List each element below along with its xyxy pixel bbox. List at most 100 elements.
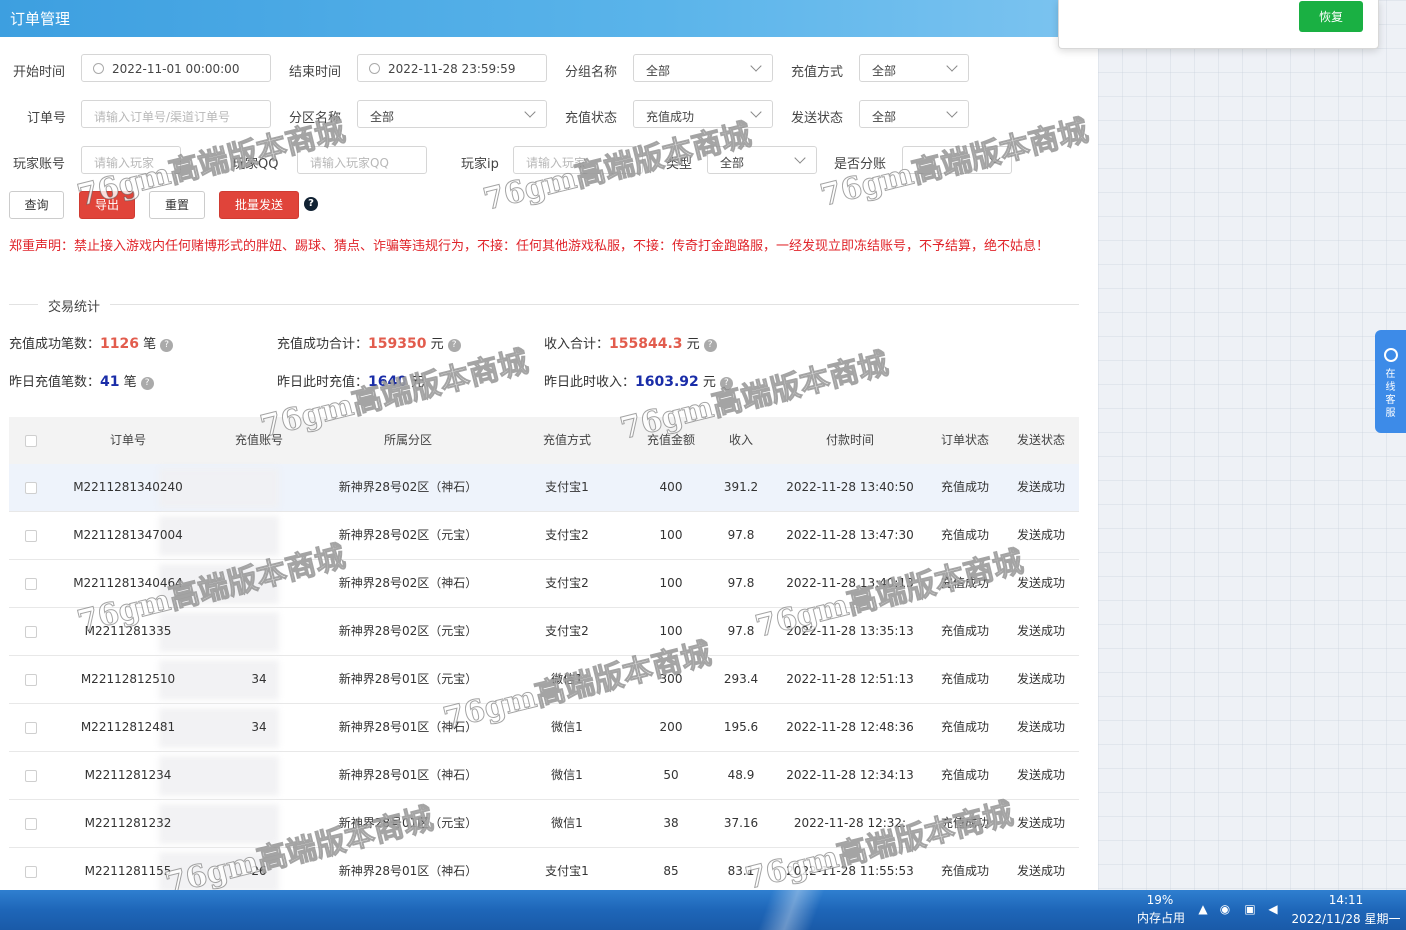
col-header: 充值金额 (646, 433, 695, 447)
pay-time-cell: 2022-11-28 12:51:13 (786, 672, 914, 686)
table-row[interactable]: M2211281234 新神界28号01区（神石） 微信1 50 48.9 2022-11… (9, 752, 1079, 800)
headset-icon (1384, 348, 1398, 362)
table-row[interactable]: M2211281155 26 新神界28号01区（神石） 支付宝1 85 83.1 2022… (9, 848, 1079, 890)
qq-icon[interactable]: ◉ (1218, 902, 1232, 916)
amount-cell: 38 (663, 816, 679, 830)
table-row[interactable]: M2211281232 新神界28号01区（元宝） 微信1 38 37.16 2022-1… (9, 800, 1079, 848)
order-status-cell: 充值成功 (940, 672, 989, 686)
method-cell: 微信1 (551, 768, 583, 782)
order-no-input[interactable]: 请输入订单号/渠道订单号 (81, 100, 271, 128)
order-status-cell: 充值成功 (940, 528, 989, 542)
table-row[interactable]: M2211281335 新神界28号02区（元宝） 支付宝2 100 97.8 2022-… (9, 608, 1079, 656)
chevron-down-icon (750, 106, 762, 118)
question-icon[interactable]: ? (160, 339, 174, 352)
chevron-down-icon (794, 152, 806, 164)
row-checkbox[interactable] (25, 770, 37, 782)
export-button[interactable]: 导出 (79, 191, 135, 219)
player-qq-input[interactable]: 请输入玩家QQ (297, 146, 427, 174)
memory-percent: 19% (1146, 893, 1174, 907)
end-time-input[interactable]: 2022-11-28 23:59:59 (357, 54, 547, 82)
table-header: 订单号 充值账号 所属分区 充值方式 充值金额 收入 付款时间 订单状态 发送状… (9, 417, 1079, 464)
stat-unit: 笔 (143, 337, 157, 352)
row-checkbox[interactable] (25, 578, 37, 590)
order-status-cell: 充值成功 (940, 768, 989, 782)
row-checkbox[interactable] (25, 482, 37, 494)
method-cell: 支付宝2 (545, 528, 589, 542)
end-time-label: 结束时间 (289, 65, 342, 80)
split-select[interactable] (902, 146, 1012, 174)
table-row[interactable]: M2211281340464 新神界28号02区（神石） 支付宝2 100 97.8 20… (9, 560, 1079, 608)
customer-service-tab[interactable]: 在线客服 (1375, 330, 1406, 433)
query-button[interactable]: 查询 (9, 191, 64, 219)
tray-expand-icon[interactable]: ▲ (1196, 902, 1210, 916)
stat-value: 41 (100, 374, 120, 390)
row-checkbox[interactable] (25, 722, 37, 734)
col-header: 充值账号 (234, 433, 283, 447)
recharge-status-select[interactable]: 充值成功 (633, 100, 773, 128)
account-cell: 26 (251, 864, 267, 878)
player-ip-label: 玩家ip (461, 157, 499, 172)
help-icon[interactable]: ? (304, 197, 318, 211)
player-ip-placeholder: 请输入玩家 (526, 156, 587, 170)
stat-success-total: 充值成功合计：159350 元? (277, 333, 461, 352)
question-icon[interactable]: ? (140, 377, 154, 390)
group-label: 分组名称 (565, 65, 618, 80)
zone-cell: 新神界28号02区（元宝） (338, 528, 478, 542)
player-account-input[interactable]: 请输入玩家 (81, 146, 181, 174)
row-checkbox[interactable] (25, 866, 37, 878)
order-no-cell: M2211281340464 (73, 576, 183, 590)
row-checkbox[interactable] (25, 626, 37, 638)
select-all-checkbox[interactable] (25, 435, 37, 447)
chevron-down-icon (750, 60, 762, 72)
pay-method-select[interactable]: 全部 (859, 54, 969, 82)
type-select[interactable]: 全部 (707, 146, 817, 174)
player-account-placeholder: 请输入玩家 (94, 156, 155, 170)
player-ip-input[interactable]: 请输入玩家 (513, 146, 643, 174)
zone-select[interactable]: 全部 (357, 100, 547, 128)
order-no-cell: M2211281234 (84, 768, 172, 782)
start-time-input[interactable]: 2022-11-01 00:00:00 (81, 54, 271, 82)
volume-icon[interactable]: ◀ (1266, 902, 1280, 916)
income-cell: 195.6 (723, 720, 759, 734)
filter-row-3: 玩家账号 请输入玩家 玩家QQ 请输入玩家QQ 玩家ip 请输入玩家 类型 全部… (0, 146, 1098, 176)
question-icon[interactable]: ? (447, 339, 461, 352)
stat-income-total: 收入合计：155844.3 元? (544, 333, 717, 352)
order-status-cell: 充值成功 (940, 624, 989, 638)
pay-time-cell: 2022-11-28 13:47:30 (786, 528, 914, 542)
filter-row-1: 开始时间 2022-11-01 00:00:00 结束时间 2022-11-28… (0, 54, 1098, 84)
table-row[interactable]: M22112812481 34 新神界28号01区（神石） 微信1 200 195.6 20… (9, 704, 1079, 752)
income-cell: 97.8 (727, 624, 755, 638)
zone-cell: 新神界28号01区（元宝） (338, 816, 478, 830)
question-icon[interactable]: ? (719, 377, 733, 390)
order-status-cell: 充值成功 (940, 720, 989, 734)
customer-service-label: 在线客服 (1385, 369, 1396, 419)
start-time-value: 2022-11-01 00:00:00 (112, 62, 240, 76)
send-status-select[interactable]: 全部 (859, 100, 969, 128)
group-select[interactable]: 全部 (633, 54, 773, 82)
method-cell: 支付宝2 (545, 624, 589, 638)
table-row[interactable]: M22112812510 34 新神界28号01区（元宝） 微信1 300 293.4 20… (9, 656, 1079, 704)
order-no-cell: M2211281340240 (73, 480, 183, 494)
network-icon[interactable]: ▣ (1243, 902, 1257, 916)
restore-button[interactable]: 恢复 (1299, 1, 1363, 32)
row-checkbox[interactable] (25, 818, 37, 830)
table-row[interactable]: M2211281340240 新神界28号02区（神石） 支付宝1 400 391.2 2… (9, 464, 1079, 512)
stat-yesterday-recharge: 昨日此时充值：1640 元 (277, 371, 424, 390)
stat-label: 充值成功合计： (277, 337, 369, 352)
row-checkbox[interactable] (25, 674, 37, 686)
stat-success-count: 充值成功笔数：1126 笔? (9, 333, 174, 352)
zone-cell: 新神界28号02区（元宝） (338, 624, 478, 638)
reset-button[interactable]: 重置 (149, 191, 205, 219)
send-status-cell: 发送成功 (1016, 576, 1065, 590)
start-time-label: 开始时间 (13, 65, 66, 80)
method-cell: 微信1 (551, 672, 583, 686)
table-row[interactable]: M2211281347004 新神界28号02区（元宝） 支付宝2 100 97.8 20… (9, 512, 1079, 560)
stat-unit: 笔 (123, 375, 137, 390)
order-no-cell: M2211281232 (84, 816, 172, 830)
row-checkbox[interactable] (25, 530, 37, 542)
clock-icon (369, 63, 380, 74)
batch-send-button[interactable]: 批量发送 (219, 191, 299, 219)
stat-value: 1640 (368, 374, 407, 390)
question-icon[interactable]: ? (703, 339, 717, 352)
income-cell: 97.8 (727, 528, 755, 542)
